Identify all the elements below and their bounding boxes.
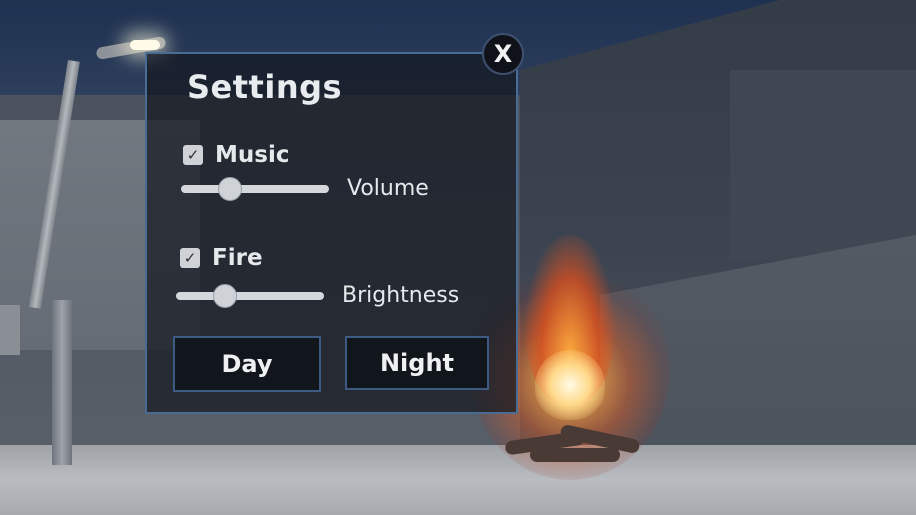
check-icon[interactable]: ✓ xyxy=(183,145,203,165)
close-icon[interactable]: X xyxy=(482,33,524,75)
right-building-panel xyxy=(730,70,916,260)
day-button[interactable]: Day xyxy=(173,336,321,392)
campfire-flame-inner xyxy=(535,350,605,420)
volume-label: Volume xyxy=(347,176,429,201)
fire-toggle-row[interactable]: ✓ Fire xyxy=(180,245,263,271)
volume-slider-thumb[interactable] xyxy=(218,176,243,201)
settings-title: Settings xyxy=(187,68,343,106)
brightness-label: Brightness xyxy=(342,283,460,308)
music-label: Music xyxy=(215,142,290,168)
streetlight-pole xyxy=(52,300,72,465)
volume-slider-row: Volume xyxy=(181,176,429,201)
ground xyxy=(0,445,916,515)
volume-slider[interactable] xyxy=(181,176,329,201)
streetlight-lamp xyxy=(130,40,160,50)
brightness-slider-row: Brightness xyxy=(176,283,459,308)
night-button[interactable]: Night xyxy=(345,336,489,390)
brightness-slider-thumb[interactable] xyxy=(213,283,238,308)
campfire-logs xyxy=(500,418,641,468)
left-building-edge xyxy=(0,305,20,355)
music-toggle-row[interactable]: ✓ Music xyxy=(183,142,289,168)
log xyxy=(530,448,620,462)
fire-label: Fire xyxy=(212,245,263,271)
brightness-slider[interactable] xyxy=(176,283,324,308)
check-icon[interactable]: ✓ xyxy=(180,248,200,268)
settings-panel: Settings ✓ Music Volume ✓ Fire Brightnes… xyxy=(145,52,518,414)
